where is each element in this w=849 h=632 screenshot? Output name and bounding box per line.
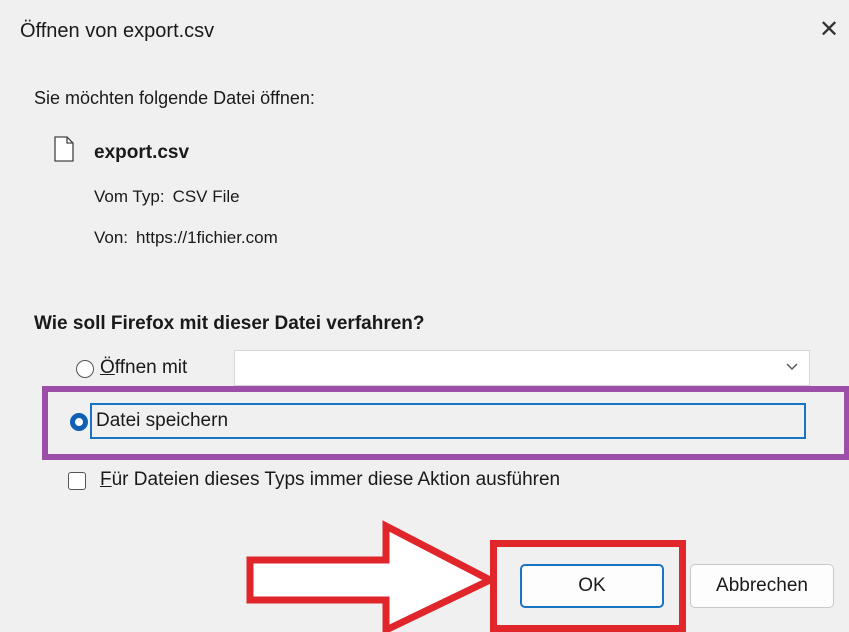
file-type-row: Vom Typ: CSV File (94, 187, 240, 207)
close-button[interactable]: ✕ (819, 12, 849, 48)
title-bar: Öffnen von export.csv ✕ (0, 0, 849, 62)
file-type-label: Vom Typ: (94, 187, 165, 206)
close-icon: ✕ (819, 16, 840, 43)
file-source-row: Von: https://1fichier.com (94, 228, 278, 248)
action-question: Wie soll Firefox mit dieser Datei verfah… (34, 313, 425, 334)
open-prompt: Sie möchten folgende Datei öffnen: (34, 88, 315, 108)
cancel-button[interactable]: Abbrechen (690, 564, 834, 608)
purple-highlight-box (42, 386, 849, 460)
cancel-button-label: Abbrechen (716, 575, 808, 596)
open-with-radio[interactable] (76, 360, 94, 378)
file-source-value: https://1fichier.com (136, 228, 278, 247)
dialog-title: Öffnen von export.csv (20, 20, 215, 42)
file-source-label: Von: (94, 228, 129, 247)
file-type-value: CSV File (172, 187, 240, 206)
open-with-label[interactable]: Öffnen mit (100, 357, 187, 379)
open-file-dialog: Öffnen von export.csv ✕ Sie möchten folg… (0, 0, 849, 632)
file-name: export.csv (94, 142, 190, 163)
always-action-checkbox[interactable] (68, 472, 86, 490)
right-arrow-icon (246, 520, 496, 632)
always-action-label[interactable]: Für Dateien dieses Typs immer diese Akti… (100, 469, 560, 491)
open-with-select[interactable] (234, 350, 810, 386)
file-icon (54, 136, 74, 162)
chevron-down-icon (786, 363, 798, 370)
red-highlight-box (490, 540, 686, 632)
